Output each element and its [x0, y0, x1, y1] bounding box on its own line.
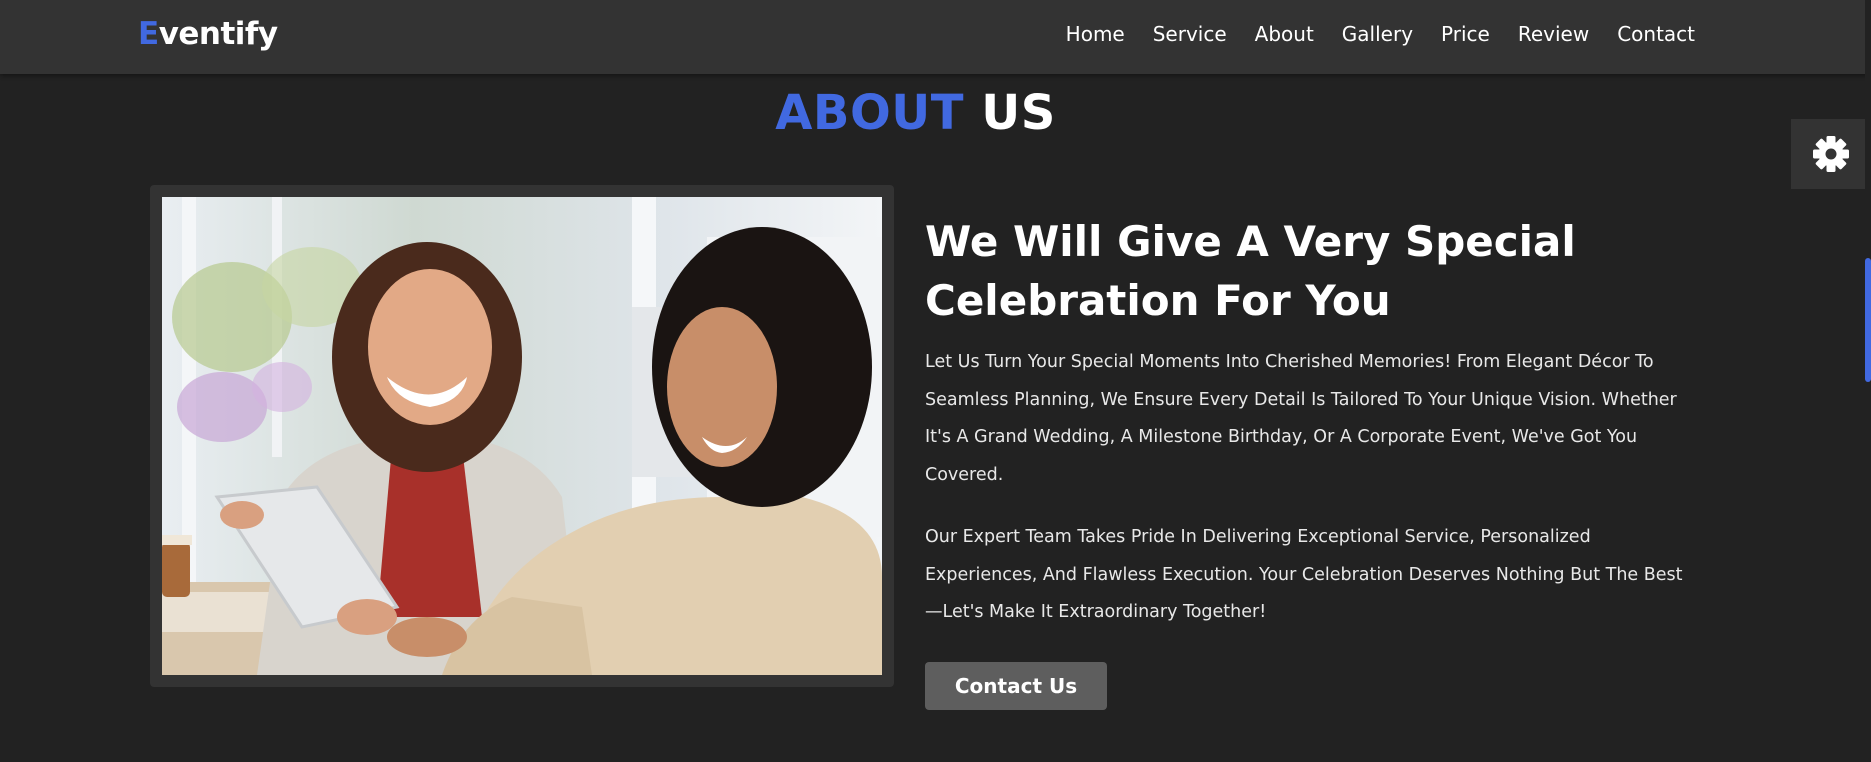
page-scrollbar[interactable]	[1865, 0, 1871, 762]
about-content: We Will Give A Very Special Celebration …	[925, 212, 1695, 710]
about-paragraph-1: Let Us Turn Your Special Moments Into Ch…	[925, 352, 1677, 485]
nav-link-about[interactable]: About	[1255, 18, 1314, 50]
scrollbar-thumb[interactable]	[1865, 258, 1871, 382]
navbar: Eventify Home Service About Gallery Pric…	[0, 0, 1871, 74]
gear-icon	[1813, 136, 1849, 172]
section-title-rest: US	[981, 85, 1056, 141]
nav-link-review[interactable]: Review	[1518, 18, 1589, 50]
nav-link-home[interactable]: Home	[1066, 18, 1125, 50]
about-photo-illustration	[162, 197, 882, 675]
nav-link-price[interactable]: Price	[1441, 18, 1490, 50]
brand-logo-initial: E	[138, 16, 159, 52]
about-photo	[162, 197, 882, 675]
nav-link-service[interactable]: Service	[1153, 18, 1227, 50]
settings-toggle[interactable]	[1791, 119, 1871, 189]
brand-logo-rest: ventify	[158, 16, 278, 52]
nav-link-gallery[interactable]: Gallery	[1342, 18, 1413, 50]
about-paragraph-2: Our Expert Team Takes Pride In Deliverin…	[925, 527, 1683, 622]
section-title-accent: ABOUT	[775, 85, 964, 141]
contact-us-button[interactable]: Contact Us	[925, 661, 1107, 710]
brand-logo[interactable]: Eventify	[138, 14, 278, 54]
about-image-card	[150, 185, 894, 687]
about-headline: We Will Give A Very Special Celebration …	[925, 217, 1576, 325]
nav-link-contact[interactable]: Contact	[1617, 18, 1695, 50]
section-title: ABOUT US	[0, 82, 1831, 144]
main-nav: Home Service About Gallery Price Review …	[1066, 18, 1695, 50]
